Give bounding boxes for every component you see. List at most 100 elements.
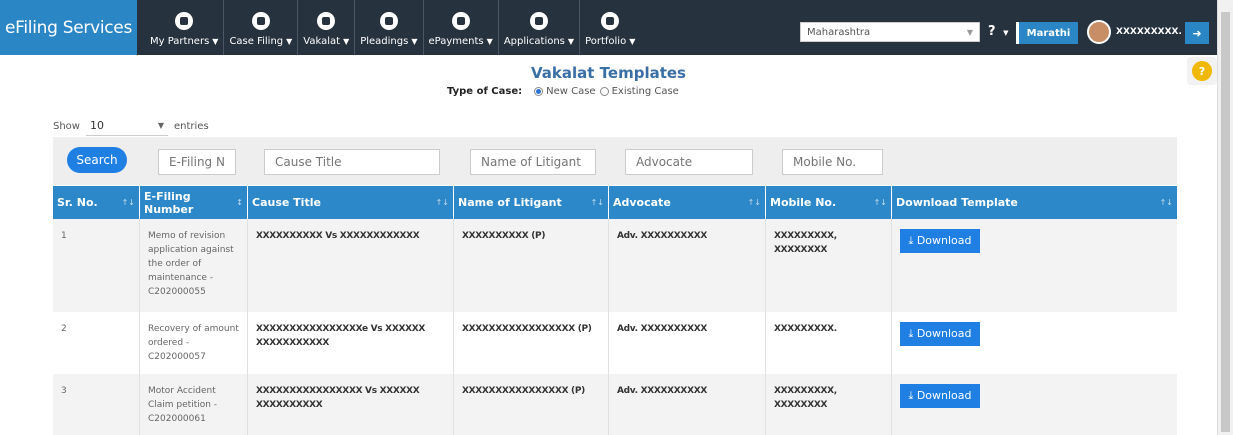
download-label: Download: [916, 389, 972, 402]
main-nav: My Partners ▼ Case Filing ▼ Vakalat ▼ Plead…: [145, 0, 640, 55]
download-button[interactable]: ⤓ Download: [900, 384, 980, 408]
cell-advocate: Adv. XXXXXXXXXX: [609, 374, 766, 435]
briefcase-icon: [601, 12, 620, 30]
brand-logo[interactable]: eFiling Services: [0, 0, 137, 55]
cell-sr-no: 2: [53, 312, 140, 374]
download-icon: ⤓: [908, 327, 917, 340]
cell-litigant: XXXXXXXXXX (P): [454, 219, 609, 312]
cell-efiling-number: Memo of revision application against the…: [140, 219, 248, 312]
nav-case-filing[interactable]: Case Filing ▼: [224, 0, 299, 55]
entries-select[interactable]: 10 ▼: [85, 116, 168, 136]
column-header-download-template[interactable]: Download Template ↑↓: [892, 186, 1177, 219]
column-header-efiling-number[interactable]: E-Filing Number ↕: [140, 186, 248, 219]
nav-label: Case Filing: [229, 36, 284, 47]
litigant-filter[interactable]: [470, 149, 596, 175]
caret-down-icon: ▼: [343, 37, 350, 46]
download-label: Download: [916, 234, 972, 247]
show-label: Show: [53, 120, 80, 132]
cell-download: ⤓ Download: [892, 219, 1177, 312]
table-row: 1 Memo of revision application against t…: [53, 219, 1177, 312]
filter-row: Search: [53, 137, 1177, 185]
sort-icon: ↑↓: [873, 198, 887, 207]
column-header-cause-title[interactable]: Cause Title ↑↓: [248, 186, 454, 219]
search-button[interactable]: Search: [67, 147, 127, 173]
download-icon: ⤓: [908, 234, 917, 247]
sort-icon: ↑↓: [747, 198, 761, 207]
efiling-number-filter[interactable]: [158, 149, 236, 175]
entries-control: Show 10 ▼ entries: [53, 116, 209, 136]
nav-pleadings[interactable]: Pleadings ▼: [355, 0, 424, 55]
cell-download: ⤓ Download: [892, 374, 1177, 435]
radio-existing-case[interactable]: [599, 87, 609, 96]
caret-down-icon: ▼: [629, 37, 636, 46]
caret-down-icon: ▼: [567, 37, 575, 46]
scales-icon: [379, 12, 398, 30]
column-header-sr-no[interactable]: Sr. No. ↑↓: [53, 186, 140, 219]
column-header-advocate[interactable]: Advocate ↑↓: [609, 186, 766, 219]
rupee-icon: [451, 12, 470, 30]
column-header-name-of-litigant[interactable]: Name of Litigant ↑↓: [454, 186, 609, 219]
download-icon: ⤓: [908, 389, 917, 402]
logout-button[interactable]: ➜: [1185, 22, 1209, 44]
cell-litigant: XXXXXXXXXXXXXXXX (P): [454, 374, 609, 435]
sort-icon: ↑↓: [121, 198, 135, 207]
pencil-icon: [251, 12, 270, 30]
scrollbar-thumb[interactable]: [1221, 12, 1230, 432]
column-label: Advocate: [613, 196, 671, 209]
cell-mobile: XXXXXXXXX, XXXXXXXX: [766, 219, 892, 312]
cause-title-filter[interactable]: [264, 149, 440, 175]
cell-sr-no: 3: [53, 374, 140, 435]
cell-litigant: XXXXXXXXXXXXXXXXX (P): [454, 312, 609, 374]
page-title: Vakalat Templates: [531, 64, 686, 82]
column-label: Sr. No.: [57, 196, 98, 209]
chevron-down-icon: ▼: [157, 121, 164, 130]
nav-label: Pleadings: [360, 36, 409, 47]
table-row: 3 Motor Accident Claim petition - C20200…: [53, 374, 1177, 435]
download-button[interactable]: ⤓ Download: [900, 322, 980, 346]
language-button[interactable]: Marathi: [1016, 22, 1078, 44]
logout-icon: ➜: [1192, 26, 1202, 40]
cell-sr-no: 1: [53, 219, 140, 312]
nav-my-partners[interactable]: My Partners ▼: [145, 0, 225, 55]
download-button[interactable]: ⤓ Download: [900, 229, 980, 253]
radio-new-case[interactable]: [534, 87, 544, 96]
nav-label: My Partners: [150, 36, 210, 47]
cell-advocate: Adv. XXXXXXXXXX: [609, 219, 766, 312]
nav-portfolio[interactable]: Portfolio ▼: [580, 0, 640, 55]
column-label: Name of Litigant: [458, 196, 562, 209]
case-type-label: Type of Case:: [447, 86, 523, 97]
chevron-down-icon: ▼: [966, 27, 973, 37]
handshake-icon: [175, 12, 194, 30]
cell-cause-title: XXXXXXXXXX Vs XXXXXXXXXXXX: [248, 219, 454, 312]
help-menu[interactable]: ? ▼: [988, 24, 1008, 39]
entries-label: entries: [173, 120, 209, 132]
sort-icon: ↑↓: [435, 198, 449, 207]
page-scrollbar[interactable]: [1217, 0, 1233, 435]
sort-icon: ↕: [236, 198, 243, 207]
state-value: Maharashtra: [807, 26, 871, 38]
column-header-mobile-no[interactable]: Mobile No. ↑↓: [766, 186, 892, 219]
nav-label: ePayments: [428, 36, 484, 47]
help-label: ?: [988, 24, 996, 39]
radio-new-case-label[interactable]: New Case: [546, 86, 595, 97]
user-name[interactable]: XXXXXXXXX.: [1116, 27, 1182, 37]
advocate-filter[interactable]: [625, 149, 753, 175]
column-label: E-Filing Number: [144, 189, 194, 216]
table-header: Sr. No. ↑↓ E-Filing Number ↕ Cause Title ↑↓…: [53, 186, 1177, 219]
sort-icon: ↑↓: [590, 198, 604, 207]
radio-existing-case-label[interactable]: Existing Case: [612, 86, 679, 97]
nav-applications[interactable]: Applications ▼: [499, 0, 581, 55]
avatar[interactable]: [1087, 20, 1111, 44]
cell-cause-title: XXXXXXXXXXXXXXXX Vs XXXXXX XXXXXXXXXX: [248, 374, 454, 435]
table-row: 2 Recovery of amount ordered - C20200005…: [53, 312, 1177, 374]
nav-epayments[interactable]: ePayments ▼: [424, 0, 499, 55]
caret-down-icon: ▼: [486, 37, 493, 46]
nav-vakalat[interactable]: Vakalat ▼: [298, 0, 356, 55]
state-select[interactable]: Maharashtra ▼: [800, 22, 980, 42]
caret-down-icon: ▼: [286, 37, 293, 46]
column-label: Download Template: [896, 196, 1018, 209]
case-type-selector: Type of Case: New Case Existing Case: [447, 86, 683, 97]
mobile-filter[interactable]: [782, 149, 883, 175]
column-label: Cause Title: [252, 196, 321, 209]
download-label: Download: [916, 327, 972, 340]
